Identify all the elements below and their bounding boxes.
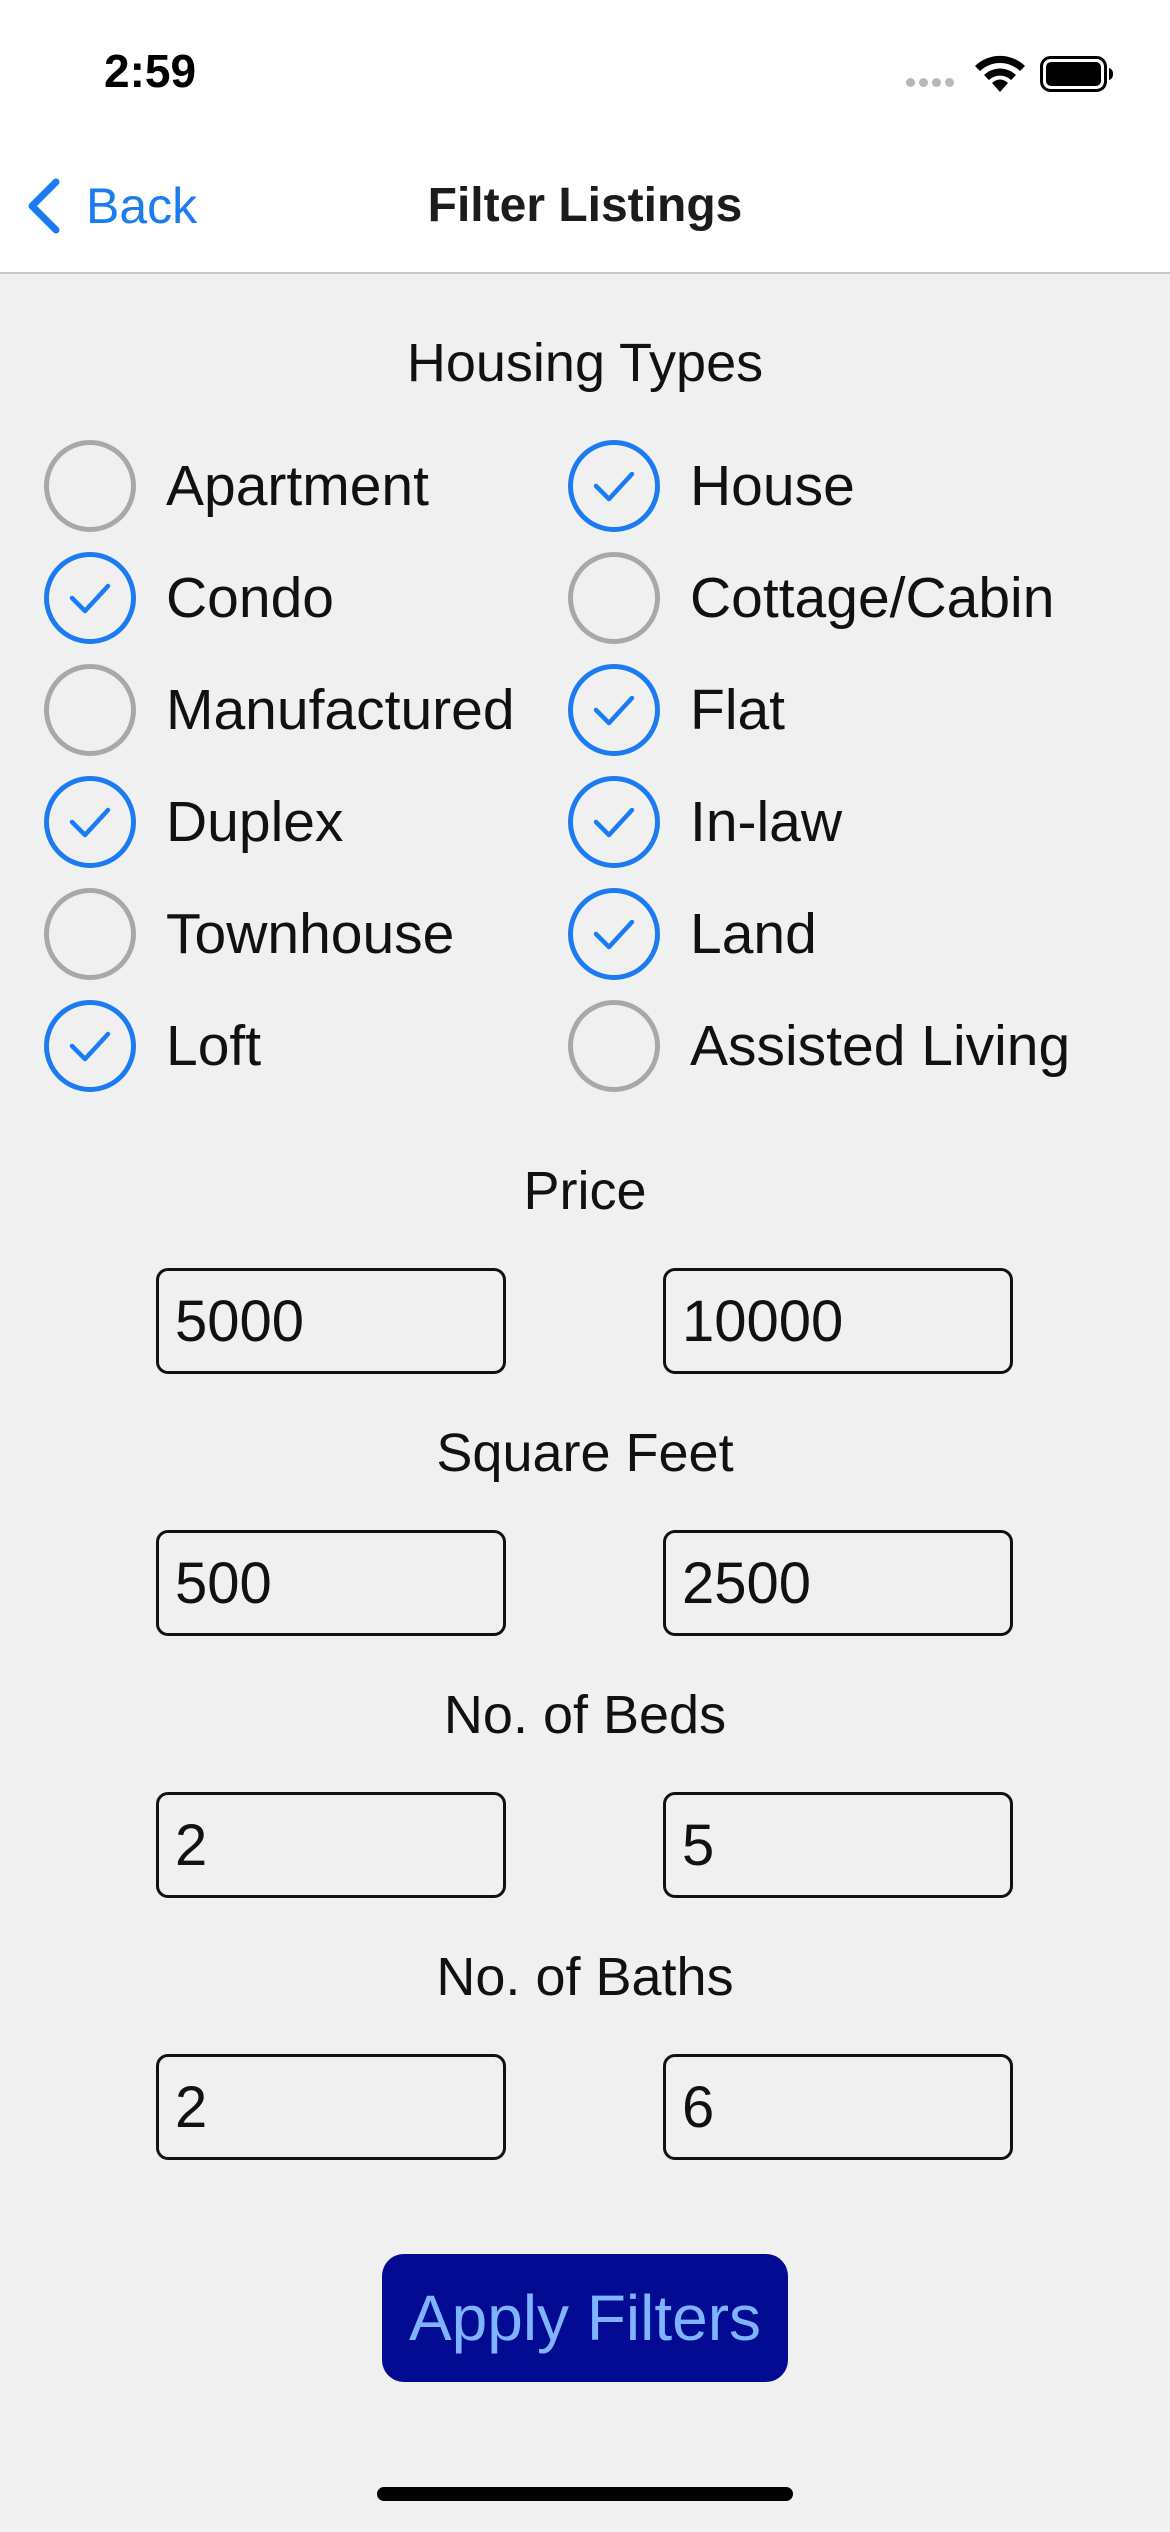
housing-type-label: Townhouse xyxy=(166,902,455,966)
housing-type-label: Loft xyxy=(166,1014,262,1078)
unchecked-circle-icon[interactable] xyxy=(568,1000,660,1092)
checkmark-icon xyxy=(69,1031,111,1062)
no-of-beds-min-input[interactable] xyxy=(156,1792,506,1898)
no-of-beds-max-input[interactable] xyxy=(663,1792,1013,1898)
checkmark-icon xyxy=(593,919,635,950)
housing-type-cottage-cabin[interactable]: Cottage/Cabin xyxy=(568,546,1054,650)
checked-circle-icon[interactable] xyxy=(568,776,660,868)
checkmark-icon xyxy=(593,695,635,726)
unchecked-circle-icon[interactable] xyxy=(44,888,136,980)
navigation-bar: Back Filter Listings xyxy=(0,140,1170,274)
housing-type-label: Apartment xyxy=(166,454,429,518)
housing-type-loft[interactable]: Loft xyxy=(44,994,261,1098)
housing-type-label: Manufactured xyxy=(166,678,515,742)
price-min-input[interactable] xyxy=(156,1268,506,1374)
price-max-input[interactable] xyxy=(663,1268,1013,1374)
status-bar: 2:59 xyxy=(0,0,1170,140)
housing-type-label: Assisted Living xyxy=(690,1014,1071,1078)
unchecked-circle-icon[interactable] xyxy=(44,440,136,532)
page-title: Filter Listings xyxy=(427,179,743,232)
housing-type-label: Land xyxy=(690,902,817,966)
square-feet-max-input[interactable] xyxy=(663,1530,1013,1636)
housing-type-in-law[interactable]: In-law xyxy=(568,770,842,874)
checkmark-icon xyxy=(69,807,111,838)
unchecked-circle-icon[interactable] xyxy=(44,664,136,756)
housing-types-title: Housing Types xyxy=(406,333,764,393)
housing-type-label: In-law xyxy=(690,790,843,854)
square-feet-min-input[interactable] xyxy=(156,1530,506,1636)
housing-type-label: Cottage/Cabin xyxy=(690,566,1055,630)
checked-circle-icon[interactable] xyxy=(44,552,136,644)
checked-circle-icon[interactable] xyxy=(44,1000,136,1092)
battery-icon xyxy=(1040,56,1113,92)
housing-type-duplex[interactable]: Duplex xyxy=(44,770,343,874)
apply-filters-button[interactable]: Apply Filters xyxy=(382,2254,788,2382)
wifi-icon xyxy=(975,55,1025,92)
filter-listings-screen: 2:59 Back Filter Listings Housing Types … xyxy=(0,0,1170,2532)
no-of-baths-title: No. of Baths xyxy=(436,1947,734,2007)
checkmark-icon xyxy=(69,583,111,614)
checked-circle-icon[interactable] xyxy=(568,664,660,756)
no-of-baths-min-input[interactable] xyxy=(156,2054,506,2160)
checked-circle-icon[interactable] xyxy=(44,776,136,868)
home-indicator xyxy=(377,2487,793,2501)
checkmark-icon xyxy=(593,471,635,502)
housing-type-flat[interactable]: Flat xyxy=(568,658,785,762)
housing-type-label: Condo xyxy=(166,566,334,630)
housing-type-label: House xyxy=(690,454,855,518)
checked-circle-icon[interactable] xyxy=(568,440,660,532)
status-time: 2:59 xyxy=(104,45,197,97)
square-feet-title: Square Feet xyxy=(436,1423,734,1483)
unchecked-circle-icon[interactable] xyxy=(568,552,660,644)
no-of-beds-title: No. of Beds xyxy=(443,1685,727,1745)
housing-type-condo[interactable]: Condo xyxy=(44,546,334,650)
housing-type-house[interactable]: House xyxy=(568,434,855,538)
price-title: Price xyxy=(523,1161,647,1221)
housing-type-manufactured[interactable]: Manufactured xyxy=(44,658,515,762)
cellular-signal-icon xyxy=(906,78,954,87)
housing-type-assisted-living[interactable]: Assisted Living xyxy=(568,994,1070,1098)
housing-type-label: Duplex xyxy=(166,790,344,854)
housing-type-townhouse[interactable]: Townhouse xyxy=(44,882,454,986)
housing-type-land[interactable]: Land xyxy=(568,882,817,986)
checkmark-icon xyxy=(593,807,635,838)
housing-type-apartment[interactable]: Apartment xyxy=(44,434,429,538)
no-of-baths-max-input[interactable] xyxy=(663,2054,1013,2160)
housing-type-label: Flat xyxy=(690,678,786,742)
checked-circle-icon[interactable] xyxy=(568,888,660,980)
